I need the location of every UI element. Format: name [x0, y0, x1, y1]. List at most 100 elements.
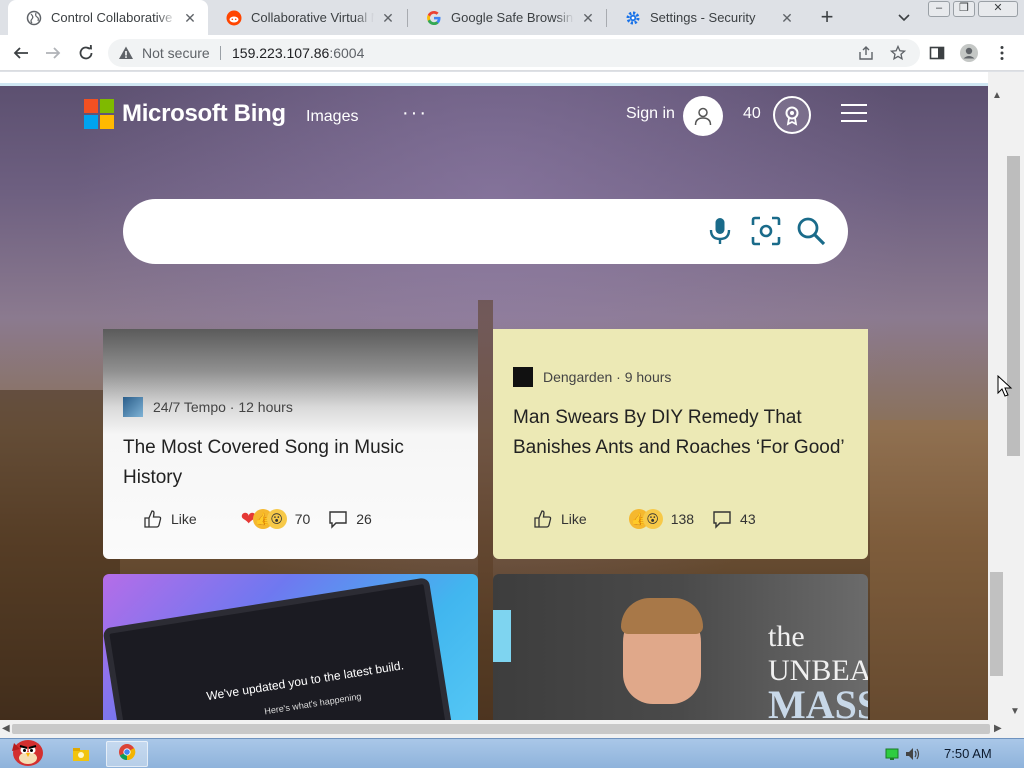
laptop-image: We've updated you to the latest build. H…: [103, 577, 454, 720]
scroll-down-arrow-icon[interactable]: ▼: [1010, 706, 1020, 717]
tab-control-collaborative[interactable]: Control Collaborative Virtual M ✕: [8, 0, 208, 35]
page-scrollbar-thumb[interactable]: [990, 572, 1003, 676]
comment-count[interactable]: 26: [356, 511, 372, 527]
scroll-right-arrow-icon[interactable]: ▶: [994, 723, 1002, 734]
sign-in-link[interactable]: Sign in: [626, 105, 675, 123]
warning-triangle-icon[interactable]: [118, 45, 134, 61]
like-label[interactable]: Like: [561, 511, 587, 527]
search-icon[interactable]: [795, 215, 827, 247]
reactions[interactable]: 👍 😮 138: [628, 509, 695, 529]
reaction-icons: ❤ 👍 😮: [239, 509, 287, 530]
reddit-icon: [226, 10, 242, 26]
mouse-cursor-icon: [997, 374, 1013, 399]
thumbs-up-icon[interactable]: [143, 509, 163, 529]
rewards-trophy-icon[interactable]: [773, 96, 811, 134]
poster-line-2: MASS: [768, 682, 868, 721]
user-avatar-icon[interactable]: [683, 96, 723, 136]
news-card[interactable]: Dengarden · 9 hours Man Swears By DIY Re…: [493, 329, 868, 559]
logo-square-yellow: [100, 115, 114, 129]
tab-settings-security[interactable]: Settings - Security ✕: [607, 0, 805, 35]
visual-search-icon[interactable]: [750, 215, 782, 247]
source-logo-icon: [123, 397, 143, 417]
bing-logo[interactable]: Microsoft Bing: [84, 99, 286, 129]
comment-icon[interactable]: [328, 509, 348, 529]
security-status-label[interactable]: Not secure: [142, 45, 210, 61]
card-source[interactable]: Dengarden · 9 hours: [513, 367, 671, 387]
news-image-card[interactable]: We've updated you to the latest build. H…: [103, 574, 478, 720]
horizontal-scrollbar[interactable]: ◀ ▶: [0, 720, 1024, 738]
image-decoration: [493, 610, 511, 662]
card-title[interactable]: Man Swears By DIY Remedy That Banishes A…: [513, 403, 853, 463]
search-box[interactable]: [123, 199, 848, 264]
tab-collaborative-vm[interactable]: Collaborative Virtual Machine ✕: [208, 0, 406, 35]
nav-more-icon[interactable]: ···: [402, 102, 428, 125]
source-logo-icon: [513, 367, 533, 387]
url-text[interactable]: 159.223.107.86:6004: [232, 45, 364, 61]
news-image-card[interactable]: the UNBEA MASS: [493, 574, 868, 720]
close-window-button[interactable]: ✕: [978, 1, 1018, 17]
nav-images-link[interactable]: Images: [306, 108, 358, 126]
page-viewport: Microsoft Bing Images ··· Sign in 40 24/…: [0, 72, 988, 720]
reaction-count: 138: [670, 511, 695, 527]
share-icon[interactable]: [858, 45, 874, 61]
restore-button[interactable]: ❐: [953, 1, 975, 17]
hamburger-bar: [841, 112, 867, 114]
page-top-strip: [0, 72, 988, 86]
tab-title: Control Collaborative Virtual M: [51, 10, 176, 25]
tab-title: Collaborative Virtual Machine: [251, 10, 374, 25]
side-panel-icon[interactable]: [927, 43, 947, 63]
url-host: 159.223.107.86: [232, 45, 330, 61]
hamburger-menu-icon[interactable]: [841, 104, 867, 124]
profile-icon[interactable]: [959, 43, 979, 63]
minimize-button[interactable]: –: [928, 1, 950, 17]
taskbar: 7:50 AM: [0, 738, 1024, 768]
close-tab-icon[interactable]: ✕: [779, 10, 795, 26]
volume-icon[interactable]: [904, 741, 922, 767]
reload-icon[interactable]: [76, 43, 96, 63]
close-tab-icon[interactable]: ✕: [580, 10, 596, 26]
file-explorer-icon[interactable]: [68, 741, 94, 767]
taskbar-clock[interactable]: 7:50 AM: [944, 746, 992, 761]
logo-square-blue: [84, 115, 98, 129]
bookmark-star-icon[interactable]: [889, 44, 907, 61]
address-bar[interactable]: Not secure 159.223.107.86:6004: [108, 39, 920, 67]
source-text: Dengarden · 9 hours: [543, 369, 672, 385]
poster-line-1: the UNBEA: [768, 620, 868, 687]
comment-count[interactable]: 43: [740, 511, 756, 527]
microsoft-logo-icon: [84, 99, 114, 129]
search-input[interactable]: [149, 217, 689, 247]
network-icon[interactable]: [884, 741, 900, 767]
like-label[interactable]: Like: [171, 511, 197, 527]
hamburger-bar: [841, 104, 867, 106]
gear-icon: [625, 10, 641, 26]
tab-search-chevron-icon[interactable]: [895, 8, 913, 26]
chrome-taskbar-button[interactable]: [106, 741, 148, 767]
url-port: :6004: [329, 45, 365, 61]
new-tab-button[interactable]: +: [815, 6, 839, 30]
rewards-points[interactable]: 40: [743, 105, 761, 123]
logo-square-green: [100, 99, 114, 113]
horizontal-scrollbar-thumb[interactable]: [12, 724, 990, 734]
back-arrow-icon[interactable]: [11, 43, 31, 63]
surprised-reaction-icon: 😮: [266, 509, 287, 529]
background-building: [0, 390, 120, 720]
forward-arrow-icon[interactable]: [43, 43, 63, 63]
scroll-up-arrow-icon[interactable]: ▲: [992, 90, 1002, 101]
reactions[interactable]: ❤ 👍 😮 70: [239, 509, 311, 530]
news-card[interactable]: 24/7 Tempo · 12 hours The Most Covered S…: [103, 329, 478, 559]
surprised-reaction-icon: 😮: [642, 509, 663, 529]
kebab-menu-icon[interactable]: [992, 43, 1012, 63]
start-button-icon[interactable]: [2, 733, 50, 767]
close-tab-icon[interactable]: ✕: [182, 10, 198, 26]
person-hair: [621, 598, 703, 634]
card-title[interactable]: The Most Covered Song in Music History: [123, 433, 463, 493]
microphone-icon[interactable]: [704, 215, 736, 247]
comment-icon[interactable]: [712, 509, 732, 529]
tab-google-safe-browsing[interactable]: Google Safe Browsing ✕: [408, 0, 606, 35]
close-tab-icon[interactable]: ✕: [380, 10, 396, 26]
card-source[interactable]: 24/7 Tempo · 12 hours: [123, 397, 293, 417]
globe-icon: [26, 10, 42, 26]
thumbs-up-icon[interactable]: [533, 509, 553, 529]
source-text: 24/7 Tempo · 12 hours: [153, 399, 293, 415]
scrollbar-thumb[interactable]: [1007, 156, 1020, 456]
